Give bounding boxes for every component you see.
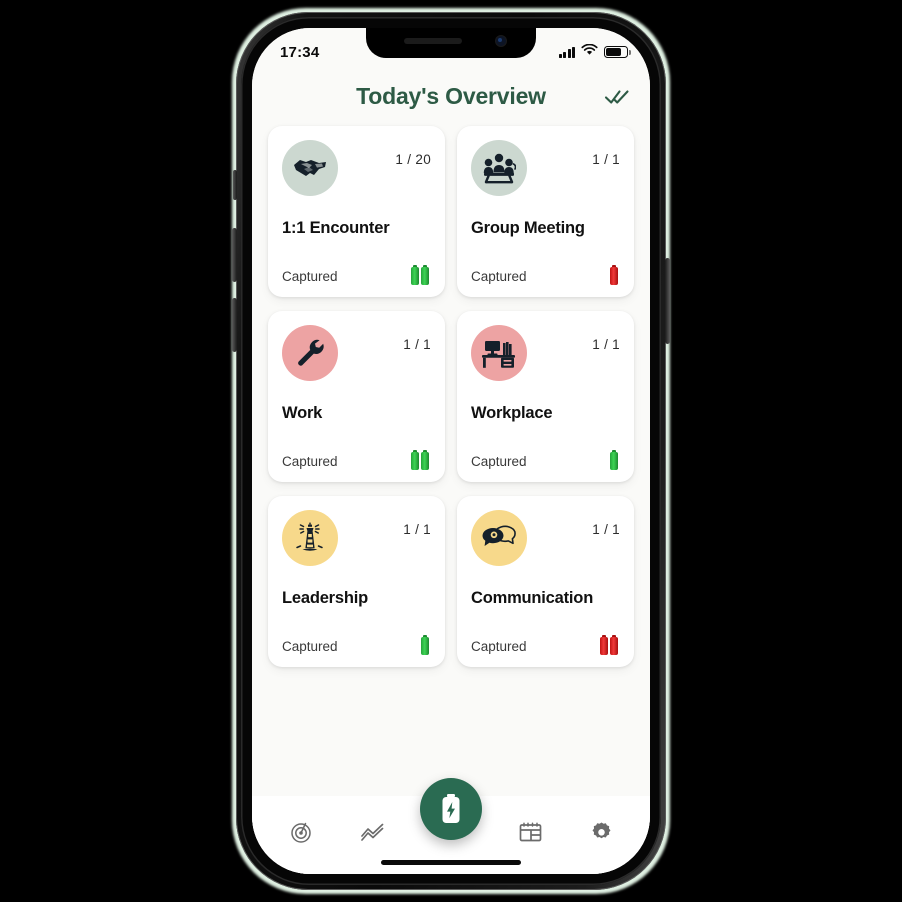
battery-bars (421, 634, 431, 655)
activity-card-encounter[interactable]: 1 / 20 1:1 Encounter Captured (268, 126, 445, 297)
wrench-icon (282, 325, 338, 381)
activity-card-grid: 1 / 20 1:1 Encounter Captured 1 / 1 Grou… (268, 122, 634, 667)
activity-card-work[interactable]: 1 / 1 Work Captured (268, 311, 445, 482)
card-footer: Captured (471, 449, 620, 470)
card-status: Captured (471, 268, 527, 284)
screenshot-canvas: 17:34 Today's Overview 1 / 20 1:1 Encoun… (0, 0, 902, 902)
lighthouse-icon (282, 510, 338, 566)
card-count: 1 / 20 (395, 152, 431, 167)
card-count: 1 / 1 (403, 337, 431, 352)
card-status: Captured (471, 638, 527, 654)
activity-card-group-meeting[interactable]: 1 / 1 Group Meeting Captured (457, 126, 634, 297)
activity-card-leadership[interactable]: 1 / 1 Leadership Captured (268, 496, 445, 667)
card-header: 1 / 1 (282, 325, 431, 381)
cellular-bars-icon (558, 46, 575, 58)
wifi-icon (581, 43, 598, 61)
card-title: Group Meeting (471, 219, 585, 237)
battery-bars (410, 264, 432, 285)
card-header: 1 / 1 (282, 510, 431, 566)
card-count: 1 / 1 (592, 337, 620, 352)
page-title: Today's Overview (356, 82, 546, 109)
card-footer: Captured (471, 634, 621, 655)
card-header: 1 / 1 (471, 140, 620, 196)
card-count: 1 / 1 (403, 522, 431, 537)
status-indicators (558, 43, 631, 61)
battery-bars (599, 634, 621, 655)
front-camera (496, 36, 506, 46)
card-title: Communication (471, 589, 594, 607)
card-title: Workplace (471, 404, 553, 422)
speech-bubbles-icon (471, 510, 527, 566)
card-footer: Captured (282, 634, 431, 655)
card-title: 1:1 Encounter (282, 219, 390, 237)
card-header: 1 / 1 (471, 510, 620, 566)
card-footer: Captured (471, 264, 620, 285)
card-status: Captured (282, 638, 338, 654)
bottom-nav-area (252, 778, 650, 874)
card-title: Work (282, 404, 323, 422)
volume-down-button[interactable] (232, 298, 237, 352)
battery-icon (604, 46, 631, 58)
volume-up-button[interactable] (232, 228, 237, 282)
phone-screen: 17:34 Today's Overview 1 / 20 1:1 Encoun… (252, 28, 650, 874)
card-header: 1 / 20 (282, 140, 431, 196)
card-footer: Captured (282, 449, 432, 470)
earpiece-speaker (404, 38, 462, 44)
card-count: 1 / 1 (592, 152, 620, 167)
nav-item-calendar[interactable] (507, 812, 553, 852)
desk-icon (471, 325, 527, 381)
power-button[interactable] (665, 258, 670, 344)
card-status: Captured (471, 453, 527, 469)
app-header: Today's Overview (252, 70, 650, 122)
battery-bars (610, 449, 620, 470)
card-status: Captured (282, 453, 338, 469)
activity-card-communication[interactable]: 1 / 1 Communication Captured (457, 496, 634, 667)
cards-scroll-area[interactable]: 1 / 20 1:1 Encounter Captured 1 / 1 Grou… (252, 122, 650, 778)
card-count: 1 / 1 (592, 522, 620, 537)
handshake-icon (282, 140, 338, 196)
card-footer: Captured (282, 264, 432, 285)
group-meeting-icon (471, 140, 527, 196)
activity-card-workplace[interactable]: 1 / 1 Workplace Captured (457, 311, 634, 482)
nav-item-radar[interactable] (278, 812, 324, 852)
status-time: 17:34 (280, 43, 320, 61)
nav-item-trends[interactable] (349, 812, 395, 852)
nav-item-settings[interactable] (578, 812, 624, 852)
card-header: 1 / 1 (471, 325, 620, 381)
battery-bars (410, 449, 432, 470)
card-title: Leadership (282, 589, 369, 607)
card-status: Captured (282, 268, 338, 284)
notch (366, 28, 536, 58)
battery-charging-icon[interactable] (420, 778, 482, 840)
silence-switch[interactable] (233, 170, 237, 200)
home-indicator (381, 860, 521, 865)
battery-bars (610, 264, 620, 285)
double-check-icon[interactable] (602, 81, 632, 111)
